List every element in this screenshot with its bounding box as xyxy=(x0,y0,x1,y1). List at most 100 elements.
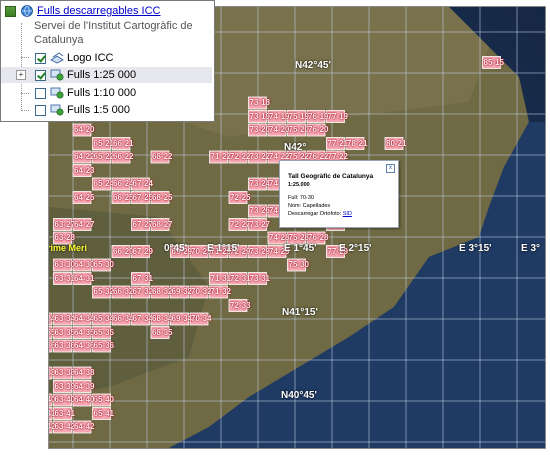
sheet-tile-label[interactable]: 67-32 xyxy=(133,287,153,296)
sheet-tile-label[interactable]: 74-19 xyxy=(269,112,289,121)
close-icon[interactable]: x xyxy=(386,164,395,173)
sheet-tile-label[interactable]: 73-18 xyxy=(250,98,270,107)
layer-fulls-25000-checkbox[interactable] xyxy=(35,69,46,81)
expand-toggle[interactable]: + xyxy=(16,70,26,80)
sheet-tile-label[interactable]: 66-34 xyxy=(113,314,133,323)
sheet-tile-label[interactable]: 85-15 xyxy=(484,58,504,67)
sheet-tile-label[interactable]: 73-19 xyxy=(250,112,270,121)
sheet-tile-label[interactable]: 75-19 xyxy=(289,112,309,121)
sheet-tile-label[interactable]: 70-32 xyxy=(191,287,211,296)
sheet-tile-label[interactable]: 75-28 xyxy=(289,233,309,242)
sheet-tile-label[interactable]: 68-22 xyxy=(152,152,172,161)
sheet-tile-label[interactable]: 65-40 xyxy=(94,395,114,404)
sheet-tile-label[interactable]: 65-35 xyxy=(94,328,114,337)
sheet-tile-label[interactable]: 73-20 xyxy=(250,125,270,134)
sheet-tile-label[interactable]: 64-34 xyxy=(74,314,94,323)
sheet-tile-label[interactable]: 72-33 xyxy=(230,301,250,310)
sheet-tile-label[interactable]: 69-32 xyxy=(172,287,192,296)
sheet-tile-label[interactable]: 64-40 xyxy=(74,395,94,404)
sheet-tile-label[interactable]: 66-21 xyxy=(113,139,133,148)
sheet-tile-label[interactable]: 63-40 xyxy=(55,395,75,404)
sheet-tile-label[interactable]: 76-28 xyxy=(308,233,328,242)
sheet-tile-label[interactable]: 63-34 xyxy=(55,314,75,323)
sheet-tile-label[interactable]: 64-35 xyxy=(74,328,94,337)
download-sid-link[interactable]: SID xyxy=(343,211,352,217)
sheet-tile-label[interactable]: 77-21 xyxy=(328,139,348,148)
sheet-tile-label[interactable]: 64-42 xyxy=(74,422,94,431)
sheet-tile-label[interactable]: 65-34 xyxy=(94,314,114,323)
sheet-tile-label[interactable]: 66-25 xyxy=(113,193,133,202)
sheet-tile-label[interactable]: 64-22 xyxy=(74,152,94,161)
sheet-tile-label[interactable]: 64-38 xyxy=(74,368,94,377)
sheet-tile-label[interactable]: 68-34 xyxy=(152,314,172,323)
sheet-tile-label[interactable]: 73-27 xyxy=(250,220,270,229)
sheet-tile-label[interactable]: 68-32 xyxy=(152,287,172,296)
sheet-tile-label[interactable]: 73-22 xyxy=(250,152,270,161)
sheet-tile-label[interactable]: 65-21 xyxy=(94,139,114,148)
layer-item-logo[interactable]: Logo ICC xyxy=(35,50,113,66)
sheet-tile-label[interactable]: 63-31 xyxy=(55,274,75,283)
sheet-tile-label[interactable]: 67-25 xyxy=(133,193,153,202)
sheet-tile-label[interactable]: 64-36 xyxy=(74,341,94,350)
sheet-tile-label[interactable]: 65-24 xyxy=(94,179,114,188)
sheet-tile-label[interactable]: 73-31 xyxy=(250,274,270,283)
sheet-tile-label[interactable]: 64-31 xyxy=(74,274,94,283)
layer-fulls-10000-checkbox[interactable] xyxy=(35,87,46,99)
sheet-tile-label[interactable]: 71-22 xyxy=(211,152,231,161)
sheet-tile-label[interactable]: 68-25 xyxy=(152,193,172,202)
sheet-tile-label[interactable]: 75-30 xyxy=(289,260,309,269)
sheet-tile-label[interactable]: 71-31 xyxy=(211,274,231,283)
sheet-tile-label[interactable]: 65-30 xyxy=(94,260,114,269)
sheet-tile-label[interactable]: 76-19 xyxy=(308,112,328,121)
layer-item-fulls-10000[interactable]: Fulls 1:10 000 xyxy=(35,85,136,101)
sheet-tile-label[interactable]: 66-24 xyxy=(113,179,133,188)
sheet-tile-label[interactable]: 63-35 xyxy=(55,328,75,337)
sheet-tile-label[interactable]: 65-41 xyxy=(94,409,114,418)
sheet-tile-label[interactable]: 70-34 xyxy=(191,314,211,323)
layer-logo-checkbox[interactable] xyxy=(35,52,46,64)
sheet-tile-label[interactable]: 73-26 xyxy=(250,206,270,215)
sheet-tile-label[interactable]: 67-31 xyxy=(133,274,153,283)
sheet-tile-label[interactable]: 68-27 xyxy=(152,220,172,229)
layer-root-row[interactable]: Fulls descarregables ICC xyxy=(5,3,161,19)
sheet-tile-label[interactable]: 71-32 xyxy=(211,287,231,296)
sheet-tile-label[interactable]: 63-28 xyxy=(55,233,75,242)
sheet-tile-label[interactable]: 78-21 xyxy=(347,139,367,148)
sheet-tile-label[interactable]: 76-20 xyxy=(308,125,328,134)
sheet-tile-label[interactable]: 75-20 xyxy=(289,125,309,134)
sheet-tile-label[interactable]: 67-27 xyxy=(133,220,153,229)
layer-item-fulls-25000[interactable]: + Fulls 1:25 000 xyxy=(1,67,212,83)
sheet-tile-label[interactable]: 64-27 xyxy=(74,220,94,229)
sheet-tile-label[interactable]: 64-20 xyxy=(74,125,94,134)
sheet-tile-label[interactable]: 72-31 xyxy=(230,274,250,283)
sheet-tile-label[interactable]: 80-21 xyxy=(386,139,406,148)
sheet-tile-label[interactable]: 77-19 xyxy=(328,112,348,121)
layer-fulls-5000-checkbox[interactable] xyxy=(35,104,46,116)
sheet-tile-label[interactable]: 63-42 xyxy=(55,422,75,431)
sheet-tile-label[interactable]: 67-34 xyxy=(133,314,153,323)
sheet-tile-label[interactable]: 69-34 xyxy=(172,314,192,323)
sheet-tile-label[interactable]: 66-32 xyxy=(113,287,133,296)
sheet-tile-label[interactable]: 63-27 xyxy=(55,220,75,229)
sheet-tile-label[interactable]: 72-27 xyxy=(230,220,250,229)
sheet-tile-label[interactable]: 63-30 xyxy=(55,260,75,269)
sheet-tile-label[interactable]: 64-39 xyxy=(74,382,94,391)
sheet-tile-label[interactable]: 63-39 xyxy=(55,382,75,391)
layer-item-fulls-5000[interactable]: Fulls 1:5 000 xyxy=(35,102,130,118)
sheet-tile-label[interactable]: 74-28 xyxy=(269,233,289,242)
sheet-tile-label[interactable]: 65-32 xyxy=(94,287,114,296)
sheet-tile-label[interactable]: 64-30 xyxy=(74,260,94,269)
sheet-tile-label[interactable]: 67-29 xyxy=(133,247,153,256)
sheet-tile-label[interactable]: 68-35 xyxy=(152,328,172,337)
root-checkbox[interactable] xyxy=(5,5,16,17)
layer-root-title-link[interactable]: Fulls descarregables ICC xyxy=(37,5,161,17)
sheet-tile-label[interactable]: 73-29 xyxy=(250,247,270,256)
sheet-tile-label[interactable]: 65-36 xyxy=(94,341,114,350)
sheet-tile-label[interactable]: 67-24 xyxy=(133,179,153,188)
sheet-tile-label[interactable]: 73-24 xyxy=(250,179,270,188)
sheet-tile-label[interactable]: 65-22 xyxy=(94,152,114,161)
sheet-tile-label[interactable]: 72-25 xyxy=(230,193,250,202)
sheet-tile-label[interactable]: 64-23 xyxy=(74,166,94,175)
sheet-tile-label[interactable]: 72-22 xyxy=(230,152,250,161)
sheet-tile-label[interactable]: 74-20 xyxy=(269,125,289,134)
